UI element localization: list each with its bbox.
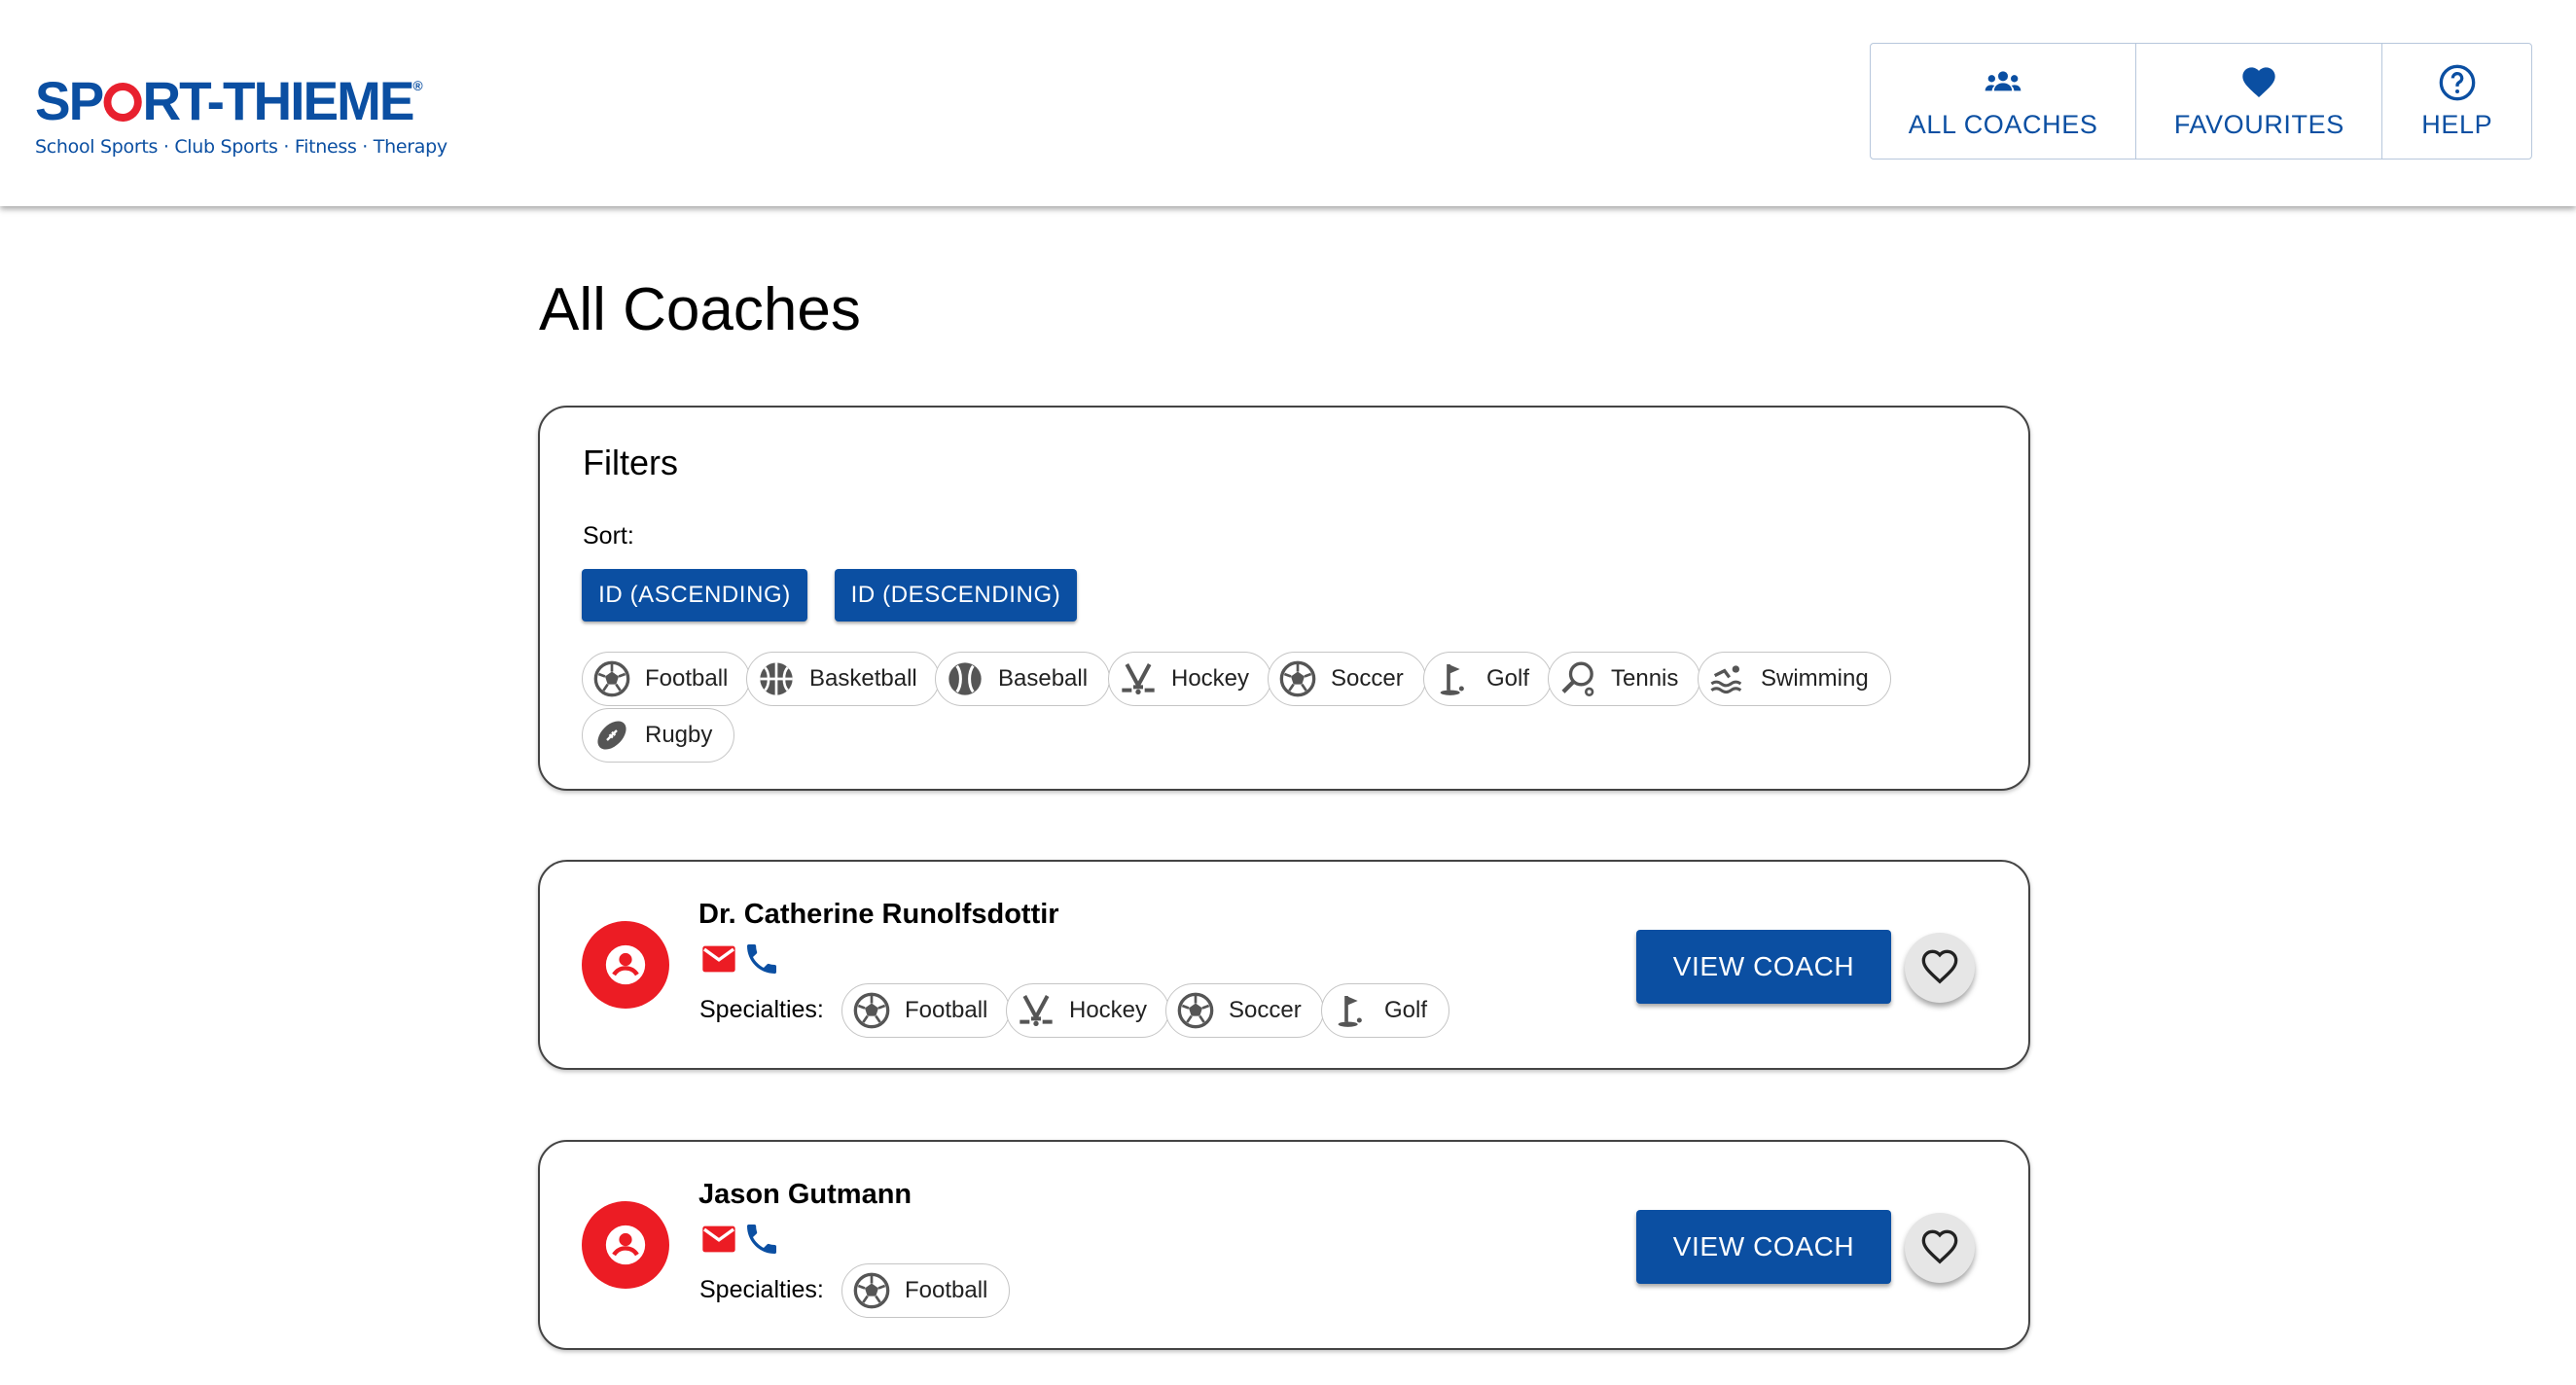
filter-chip-baseball[interactable]: Baseball [935,652,1111,706]
nav-all-coaches-label: ALL COACHES [1908,109,2098,139]
nav-favourites-label: FAVOURITES [2173,109,2344,139]
soccer-ball-icon [1176,991,1215,1030]
logo-tagline: School Sports · Club Sports · Fitness · … [35,136,447,158]
help-circle-icon [2439,64,2476,100]
baseball-icon [946,659,984,698]
filter-chip-football[interactable]: Football [582,652,751,706]
avatar [582,921,669,1009]
logo-text-left: SP [35,70,104,131]
phone-icon[interactable] [742,940,781,978]
filter-chip-golf[interactable]: Golf [1423,652,1553,706]
chip-label: Football [905,1277,988,1303]
filters-title: Filters [583,443,678,482]
view-coach-button[interactable]: VIEW COACH [1636,1210,1891,1284]
contact-row [699,940,781,978]
chip-label: Football [905,997,988,1023]
person-icon [604,943,647,986]
chip-label: Hockey [1069,997,1148,1023]
heart-outline-icon [1920,948,1959,987]
email-icon[interactable] [699,940,738,978]
soccer-ball-icon [592,659,631,698]
chip-label: Tennis [1611,665,1679,692]
page-title: All Coaches [539,276,861,343]
favourite-button[interactable] [1905,933,1975,1003]
soccer-ball-icon [852,991,891,1030]
logo-wordmark: SP RT-THIEME® [35,56,423,131]
specialty-chip-hockey: Hockey [1006,983,1170,1038]
group-icon [1985,70,2021,90]
logo-registered-mark: ® [412,78,423,93]
tennis-icon [1558,659,1597,698]
coach-name: Jason Gutmann [698,1179,912,1210]
email-icon[interactable] [699,1220,738,1259]
chip-label: Baseball [998,665,1089,692]
heart-outline-icon [1920,1228,1959,1267]
filter-chip-rugby[interactable]: Rugby [582,708,735,763]
specialty-chip-football: Football [841,1263,1011,1318]
filter-chip-swimming[interactable]: Swimming [1698,652,1891,706]
sport-thieme-logo[interactable]: SP RT-THIEME® School Sports · Club Sports… [35,56,447,159]
rugby-ball-icon [592,716,631,755]
phone-icon[interactable] [742,1220,781,1259]
coach-name: Dr. Catherine Runolfsdottir [698,899,1059,930]
chip-label: Golf [1384,997,1428,1023]
nav-favourites[interactable]: FAVOURITES [2136,44,2383,159]
filter-chip-tennis[interactable]: Tennis [1548,652,1701,706]
sort-id-ascending-button[interactable]: ID (ASCENDING) [582,569,807,621]
top-header: SP RT-THIEME® School Sports · Club Sports… [0,0,2576,206]
filters-panel: Filters Sort: ID (ASCENDING) ID (DESCEND… [538,406,2030,791]
favourite-button[interactable] [1905,1213,1975,1283]
golf-icon [1332,991,1371,1030]
logo-text-right: RT-THIEME [142,70,414,131]
sort-id-descending-button[interactable]: ID (DESCENDING) [835,569,1077,621]
chip-label: Football [645,665,729,692]
coach-card: Dr. Catherine Runolfsdottir Specialties:… [538,860,2030,1070]
logo-ball-icon [103,83,142,122]
chip-label: Swimming [1761,665,1869,692]
nav-all-coaches[interactable]: ALL COACHES [1871,44,2137,159]
person-icon [604,1224,647,1266]
specialty-chip-golf: Golf [1321,983,1450,1038]
heart-icon [2242,66,2275,97]
view-coach-button[interactable]: VIEW COACH [1636,930,1891,1004]
chip-label: Basketball [809,665,917,692]
chip-label: Golf [1486,665,1530,692]
chip-label: Hockey [1171,665,1250,692]
chip-label: Soccer [1331,665,1404,692]
sort-label: Sort: [583,522,634,550]
nav-help-label: HELP [2421,109,2493,139]
filter-chip-hockey[interactable]: Hockey [1108,652,1272,706]
specialties-label: Specialties: [699,996,824,1023]
specialties-label: Specialties: [699,1276,824,1303]
soccer-ball-icon [1278,659,1317,698]
filter-chip-basketball[interactable]: Basketball [746,652,940,706]
contact-row [699,1220,781,1259]
hockey-icon [1119,659,1158,698]
golf-icon [1434,659,1473,698]
coach-card: Jason Gutmann Specialties: Football VIEW… [538,1140,2030,1350]
soccer-ball-icon [852,1271,891,1310]
basketball-icon [757,659,796,698]
nav-help[interactable]: HELP [2382,44,2531,159]
hockey-icon [1017,991,1055,1030]
main-nav: ALL COACHES FAVOURITES HELP [1870,43,2532,160]
specialty-chip-soccer: Soccer [1165,983,1324,1038]
specialty-chip-football: Football [841,983,1011,1038]
filter-chip-soccer[interactable]: Soccer [1268,652,1426,706]
avatar [582,1201,669,1289]
swimming-icon [1708,659,1747,698]
chip-label: Soccer [1229,997,1302,1023]
chip-label: Rugby [645,722,713,748]
